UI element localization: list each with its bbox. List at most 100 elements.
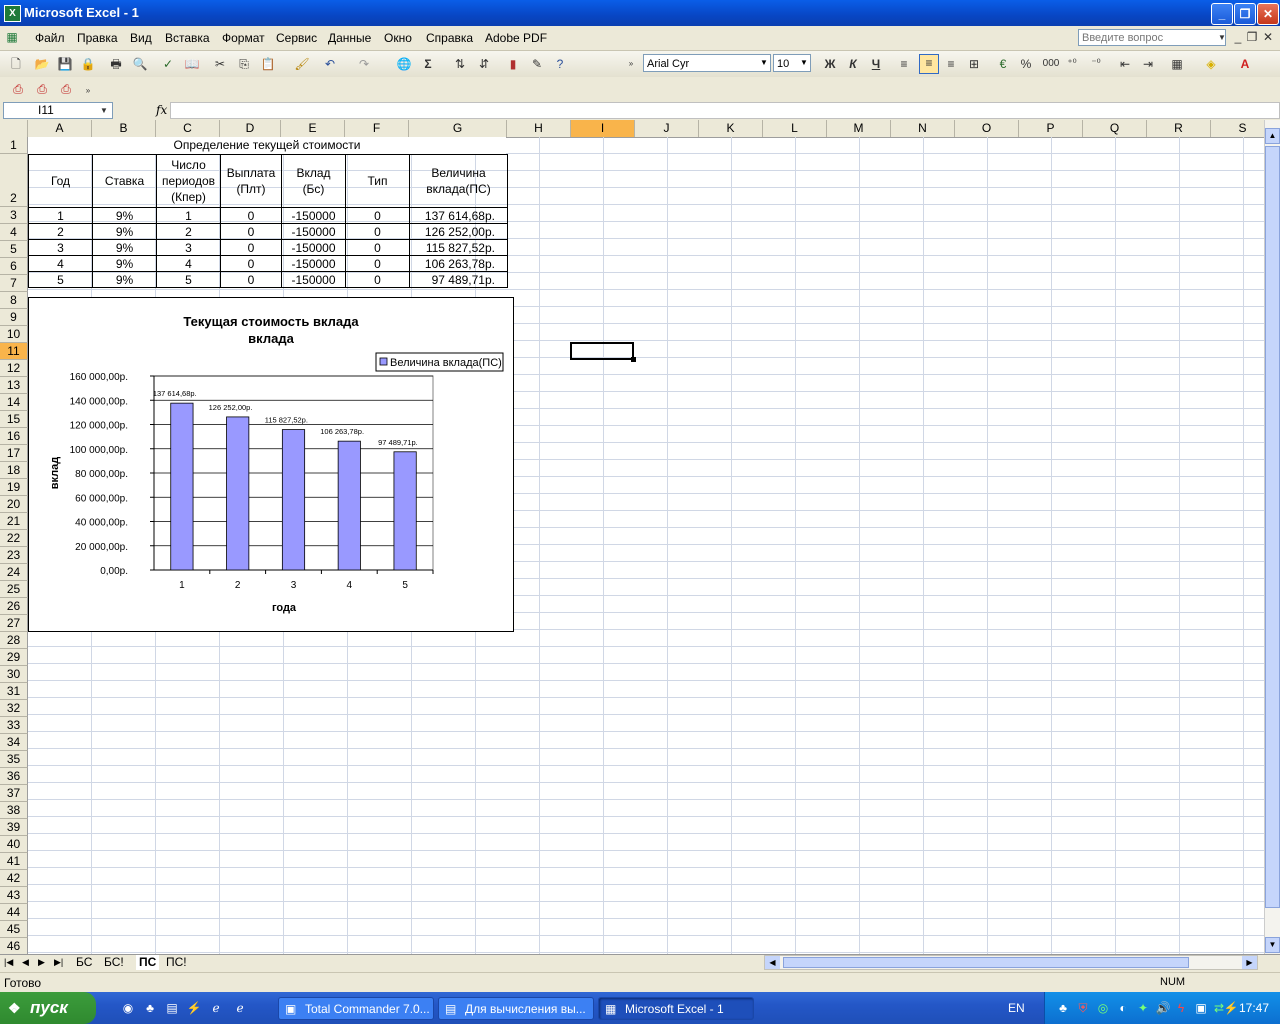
table-header-cell[interactable]: Число периодов (Кпер) (156, 154, 221, 208)
thousands-button[interactable]: 000 (1040, 56, 1062, 72)
menu-edit[interactable]: Правка (77, 31, 118, 45)
table-cell[interactable]: 1 (28, 207, 93, 224)
column-header[interactable]: Q (1083, 120, 1147, 137)
redo-icon[interactable]: ↷ (356, 56, 372, 72)
table-cell[interactable]: 126 252,00р. (409, 223, 508, 240)
table-cell[interactable]: 4 (156, 255, 221, 272)
row-header[interactable]: 24 (0, 564, 28, 581)
permission-icon[interactable]: 🔒 (80, 56, 96, 72)
insert-function-icon[interactable]: fx (156, 103, 167, 117)
flash-icon[interactable]: ϟ (1173, 1000, 1189, 1016)
row-header[interactable]: 35 (0, 751, 28, 768)
sheet-tab-bs2[interactable]: БС! (104, 955, 124, 970)
table-cell[interactable]: 9% (92, 255, 157, 272)
column-header[interactable]: K (699, 120, 763, 137)
column-header[interactable]: C (156, 120, 220, 137)
borders-icon[interactable]: ▦ (1169, 56, 1185, 72)
table-cell[interactable]: 3 (156, 239, 221, 256)
row-header[interactable]: 30 (0, 666, 28, 683)
menu-tools[interactable]: Сервис (276, 31, 317, 45)
font-name-select[interactable]: Arial Cyr ▼ (643, 54, 771, 72)
language-indicator[interactable]: EN (1008, 1001, 1025, 1015)
table-cell[interactable]: 0 (345, 255, 410, 272)
start-button[interactable]: ❖ пуск (0, 992, 96, 1024)
hyperlink-icon[interactable]: 🌐 (396, 56, 412, 72)
column-header[interactable]: A (28, 120, 92, 137)
table-cell[interactable]: -150000 (281, 207, 346, 224)
column-header[interactable]: M (827, 120, 891, 137)
fill-handle[interactable] (631, 357, 636, 362)
next-sheet-icon[interactable]: ▶ (38, 955, 45, 970)
column-header[interactable]: F (345, 120, 409, 137)
column-header[interactable]: B (92, 120, 156, 137)
copy-icon[interactable]: ⎘ (236, 56, 252, 72)
table-header-cell[interactable]: Вклад (Бс) (281, 154, 346, 208)
row-header[interactable]: 9 (0, 309, 28, 326)
task-word-document[interactable]: ▤ Для вычисления вы... (438, 997, 594, 1020)
cut-icon[interactable]: ✂ (212, 56, 228, 72)
table-cell[interactable]: 5 (156, 271, 221, 288)
menu-help[interactable]: Справка (426, 31, 473, 45)
table-cell[interactable]: 0 (220, 207, 282, 224)
percent-button[interactable]: % (1018, 56, 1034, 72)
scroll-left-icon[interactable]: ◀ (765, 956, 780, 969)
row-header[interactable]: 39 (0, 819, 28, 836)
sheet-tab-ps2[interactable]: ПС! (166, 955, 187, 970)
table-cell[interactable]: 0 (220, 271, 282, 288)
decrease-indent-icon[interactable]: ⇤ (1117, 56, 1133, 72)
row-header[interactable]: 43 (0, 887, 28, 904)
table-cell[interactable]: 3 (28, 239, 93, 256)
table-cell[interactable]: -150000 (281, 223, 346, 240)
row-header[interactable]: 3 (0, 207, 28, 224)
column-header[interactable]: I (571, 120, 635, 137)
underline-button[interactable]: Ч (868, 56, 884, 72)
menu-format[interactable]: Формат (222, 31, 265, 45)
antivirus-icon[interactable]: ⛨ (1075, 1000, 1091, 1016)
row-header[interactable]: 19 (0, 479, 28, 496)
column-header[interactable]: D (220, 120, 281, 137)
row-header[interactable]: 16 (0, 428, 28, 445)
size-dropdown-icon[interactable]: ▼ (798, 55, 810, 71)
menu-insert[interactable]: Вставка (165, 31, 210, 45)
row-header[interactable]: 45 (0, 921, 28, 938)
bold-button[interactable]: Ж (822, 56, 838, 72)
row-header[interactable]: 26 (0, 598, 28, 615)
vertical-scroll-thumb[interactable] (1265, 146, 1280, 908)
chart-wizard-icon[interactable]: ▮ (505, 56, 521, 72)
font-color-icon[interactable]: A (1237, 56, 1253, 72)
row-header[interactable]: 38 (0, 802, 28, 819)
sort-descending-icon[interactable]: ⇵ (476, 56, 492, 72)
quicklaunch-icon-4[interactable]: ⚡ (186, 1000, 202, 1016)
row-header[interactable]: 28 (0, 632, 28, 649)
column-header[interactable]: E (281, 120, 345, 137)
row-header[interactable]: 23 (0, 547, 28, 564)
save-icon[interactable]: 💾 (57, 56, 73, 72)
tray-icon-8[interactable]: ▣ (1193, 1000, 1209, 1016)
workbook-icon[interactable]: ▦ (4, 29, 20, 45)
volume-icon[interactable]: 🔊 (1155, 1000, 1171, 1016)
sort-ascending-icon[interactable]: ⇅ (452, 56, 468, 72)
tray-icon-10[interactable]: ⚡ (1223, 1000, 1239, 1016)
row-header[interactable]: 40 (0, 836, 28, 853)
last-sheet-icon[interactable]: ▶| (54, 955, 63, 970)
table-cell[interactable]: 1 (156, 207, 221, 224)
row-header[interactable]: 42 (0, 870, 28, 887)
minimize-button[interactable]: _ (1211, 3, 1233, 25)
table-cell[interactable]: 0 (345, 207, 410, 224)
font-size-select[interactable]: 10 ▼ (773, 54, 811, 72)
convert-and-email-icon[interactable]: ⎙ (34, 81, 50, 97)
table-header-cell[interactable]: Выплата (Плт) (220, 154, 282, 208)
convert-to-pdf-icon[interactable]: ⎙ (10, 81, 26, 97)
menu-view[interactable]: Вид (130, 31, 152, 45)
scroll-down-icon[interactable]: ▼ (1265, 937, 1280, 953)
select-all-corner[interactable] (0, 120, 28, 137)
row-header[interactable]: 8 (0, 292, 28, 309)
increase-indent-icon[interactable]: ⇥ (1140, 56, 1156, 72)
pdf-toolbar-options-icon[interactable]: » (80, 83, 96, 99)
table-header-cell[interactable]: Ставка (92, 154, 157, 208)
decrease-decimal-icon[interactable]: ⁻⁰ (1088, 56, 1104, 72)
quicklaunch-icon-2[interactable]: ♣ (142, 1000, 158, 1016)
currency-icon[interactable]: € (995, 56, 1011, 72)
active-cell-selection[interactable] (570, 342, 636, 362)
font-dropdown-icon[interactable]: ▼ (758, 55, 770, 71)
